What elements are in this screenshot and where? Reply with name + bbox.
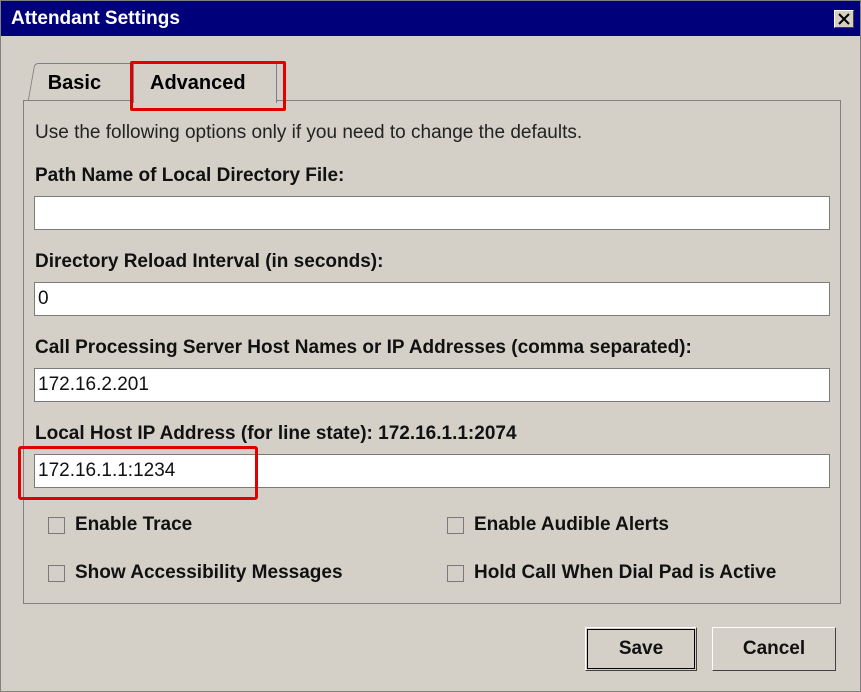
save-button[interactable]: Save — [585, 627, 697, 671]
panel-description: Use the following options only if you ne… — [35, 122, 583, 143]
title-bar[interactable]: Attendant Settings — [1, 1, 860, 36]
highlight-box-advanced-tab — [130, 61, 286, 111]
cancel-button[interactable]: Cancel — [712, 627, 836, 671]
enable-audible-alerts-checkbox[interactable]: Enable Audible Alerts — [447, 514, 669, 536]
checkbox-box[interactable] — [48, 564, 65, 582]
hold-call-dial-pad-checkbox[interactable]: Hold Call When Dial Pad is Active — [447, 562, 776, 584]
checkbox-box[interactable] — [447, 564, 464, 582]
call-processing-server-label: Call Processing Server Host Names or IP … — [35, 337, 692, 358]
reload-interval-label: Directory Reload Interval (in seconds): — [35, 251, 384, 272]
local-host-ip-label: Local Host IP Address (for line state): … — [35, 423, 517, 444]
local-directory-file-input[interactable] — [34, 196, 830, 230]
tab-basic-label: Basic — [47, 72, 102, 94]
close-button[interactable] — [834, 10, 854, 28]
enable-audible-alerts-label: Enable Audible Alerts — [474, 514, 669, 535]
checkbox-box[interactable] — [48, 516, 65, 534]
show-accessibility-messages-label: Show Accessibility Messages — [75, 562, 343, 583]
enable-trace-checkbox[interactable]: Enable Trace — [48, 514, 192, 536]
checkbox-box[interactable] — [447, 516, 464, 534]
tab-basic[interactable]: Basic — [27, 63, 141, 101]
call-processing-server-input[interactable] — [34, 368, 830, 402]
show-accessibility-messages-checkbox[interactable]: Show Accessibility Messages — [48, 562, 343, 584]
window-title: Attendant Settings — [11, 8, 180, 29]
reload-interval-input[interactable] — [34, 282, 830, 316]
local-directory-file-label: Path Name of Local Directory File: — [35, 165, 345, 186]
close-icon — [838, 13, 850, 25]
hold-call-dial-pad-label: Hold Call When Dial Pad is Active — [474, 562, 777, 583]
enable-trace-label: Enable Trace — [75, 514, 193, 535]
highlight-box-local-host-ip — [18, 446, 258, 500]
